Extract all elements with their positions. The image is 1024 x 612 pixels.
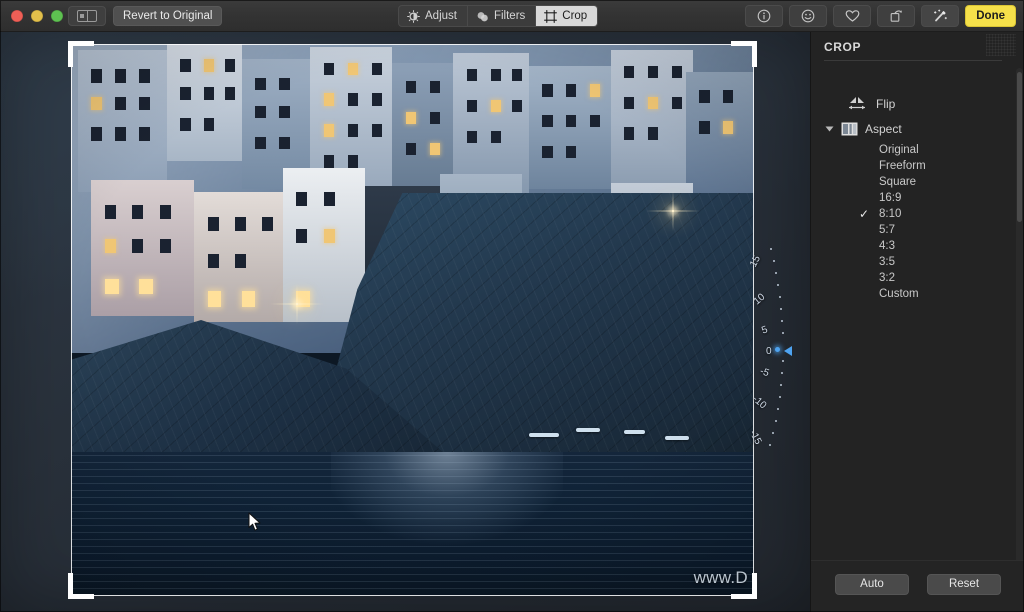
- photos-edit-window: Revert to Original Adjust Filters Crop D…: [0, 0, 1024, 612]
- panel-title: CROP: [824, 40, 862, 54]
- aspect-option-original[interactable]: Original: [851, 142, 1011, 158]
- window-controls: [11, 10, 63, 22]
- tab-adjust[interactable]: Adjust: [399, 6, 468, 26]
- aspect-option-label: Freeform: [879, 160, 926, 172]
- photo-image: www.D: [71, 44, 754, 596]
- photo-watermark: www.D: [693, 568, 748, 587]
- dial-pointer-icon: [784, 346, 792, 356]
- tab-filters[interactable]: Filters: [468, 6, 537, 26]
- dial-tick-label: -15: [746, 428, 764, 447]
- aspect-option-3-5[interactable]: 3:5: [851, 254, 1011, 270]
- photo-boat: [576, 427, 601, 432]
- panel-divider: [824, 60, 1002, 61]
- magic-wand-button[interactable]: [921, 5, 960, 27]
- aspect-options-list: Original Freeform Square 16:9 ✓ 8:10 5:7…: [851, 142, 1011, 302]
- aspect-option-label: 3:2: [879, 272, 895, 284]
- rotate-button[interactable]: [877, 5, 916, 27]
- crop-frame[interactable]: www.D: [68, 41, 757, 599]
- right-toolbar: Done: [745, 5, 1016, 27]
- panel-texture-decor: [986, 34, 1016, 56]
- crop-handle-bottom-right[interactable]: [752, 573, 757, 599]
- checkmark-icon: ✓: [859, 207, 870, 221]
- minimize-window-button[interactable]: [31, 10, 43, 22]
- panel-scrollbar-thumb[interactable]: [1017, 72, 1022, 222]
- aspect-option-3-2[interactable]: 3:2: [851, 270, 1011, 286]
- sidebar-toggle-icon: [77, 10, 97, 22]
- crop-icon: [544, 9, 558, 23]
- dial-zero-marker: [775, 347, 780, 352]
- aspect-icon: [841, 122, 858, 136]
- aspect-option-label: Custom: [879, 288, 919, 300]
- face-button[interactable]: [789, 5, 828, 27]
- info-button[interactable]: [745, 5, 784, 27]
- dial-tick-label: 10: [751, 291, 768, 308]
- done-button[interactable]: Done: [965, 5, 1016, 27]
- reset-button[interactable]: Reset: [927, 574, 1001, 595]
- photo-boat: [665, 435, 690, 440]
- straighten-rotation-dial[interactable]: 15 10 5 0 -5 -10 -15: [746, 242, 808, 462]
- aspect-option-square[interactable]: Square: [851, 174, 1011, 190]
- crop-handle-bottom-left[interactable]: [68, 573, 73, 599]
- photo-streetlight-flare: [296, 303, 299, 306]
- flip-control[interactable]: Flip: [847, 96, 895, 112]
- panel-footer: Auto Reset: [811, 560, 1024, 612]
- aspect-option-label: 3:5: [879, 256, 895, 268]
- photo-moon-reflection: [330, 452, 563, 596]
- aspect-option-4-3[interactable]: 4:3: [851, 238, 1011, 254]
- tab-crop[interactable]: Crop: [536, 6, 598, 26]
- favorite-heart-icon: [845, 10, 860, 22]
- crop-handle-top-right[interactable]: [752, 41, 757, 67]
- revert-to-original-button[interactable]: Revert to Original: [113, 6, 223, 26]
- aspect-option-16-9[interactable]: 16:9: [851, 190, 1011, 206]
- aspect-option-5-7[interactable]: 5:7: [851, 222, 1011, 238]
- titlebar: Revert to Original Adjust Filters Crop D…: [0, 0, 1024, 32]
- dial-tick-label: -10: [750, 393, 769, 412]
- maximize-window-button[interactable]: [51, 10, 63, 22]
- photo-streetlight-flare: [672, 209, 675, 212]
- arrow-cursor: [248, 512, 262, 532]
- rotate-icon: [890, 10, 902, 22]
- info-icon: [757, 9, 771, 23]
- dial-tick-label: -5: [758, 365, 771, 380]
- aspect-option-label: 16:9: [879, 192, 902, 204]
- photo-boat: [528, 433, 560, 438]
- flip-horizontal-icon: [849, 97, 865, 110]
- aspect-control[interactable]: Aspect: [825, 122, 902, 136]
- flip-label: Flip: [876, 97, 896, 111]
- photo-boat: [624, 430, 645, 435]
- aspect-option-label: 5:7: [879, 224, 895, 236]
- adjust-icon: [407, 9, 420, 23]
- magic-wand-icon: [933, 9, 947, 22]
- dial-tick-label-current: 0: [766, 346, 772, 357]
- filters-icon: [477, 11, 488, 21]
- tab-crop-label: Crop: [562, 10, 588, 22]
- chevron-down-icon[interactable]: [825, 126, 834, 132]
- aspect-option-freeform[interactable]: Freeform: [851, 158, 1011, 174]
- aspect-option-label: Square: [879, 176, 917, 188]
- face-icon: [801, 9, 815, 23]
- tab-filters-label: Filters: [493, 10, 526, 22]
- aspect-option-8-10[interactable]: ✓ 8:10: [851, 206, 1011, 222]
- aspect-option-label: 4:3: [879, 240, 895, 252]
- crop-inspector-panel: CROP Flip Aspect Original Freeform Squar…: [810, 32, 1024, 612]
- edit-mode-segmented-control: Adjust Filters Crop: [398, 5, 599, 27]
- dial-tick-label: 15: [748, 254, 764, 269]
- aspect-option-label: Original: [879, 144, 919, 156]
- aspect-option-label: 8:10: [879, 208, 902, 220]
- tab-adjust-label: Adjust: [425, 10, 457, 22]
- crop-handle-top-left[interactable]: [68, 41, 73, 67]
- auto-button[interactable]: Auto: [835, 574, 909, 595]
- aspect-label: Aspect: [865, 122, 902, 136]
- favorite-button[interactable]: [833, 5, 872, 27]
- dial-tick-label: 5: [760, 324, 770, 337]
- close-window-button[interactable]: [11, 10, 23, 22]
- photo-canvas[interactable]: www.D 15 10 5 0 -5 -10 -15: [0, 32, 810, 612]
- aspect-option-custom[interactable]: Custom: [851, 286, 1011, 302]
- sidebar-toggle-button[interactable]: [68, 6, 106, 26]
